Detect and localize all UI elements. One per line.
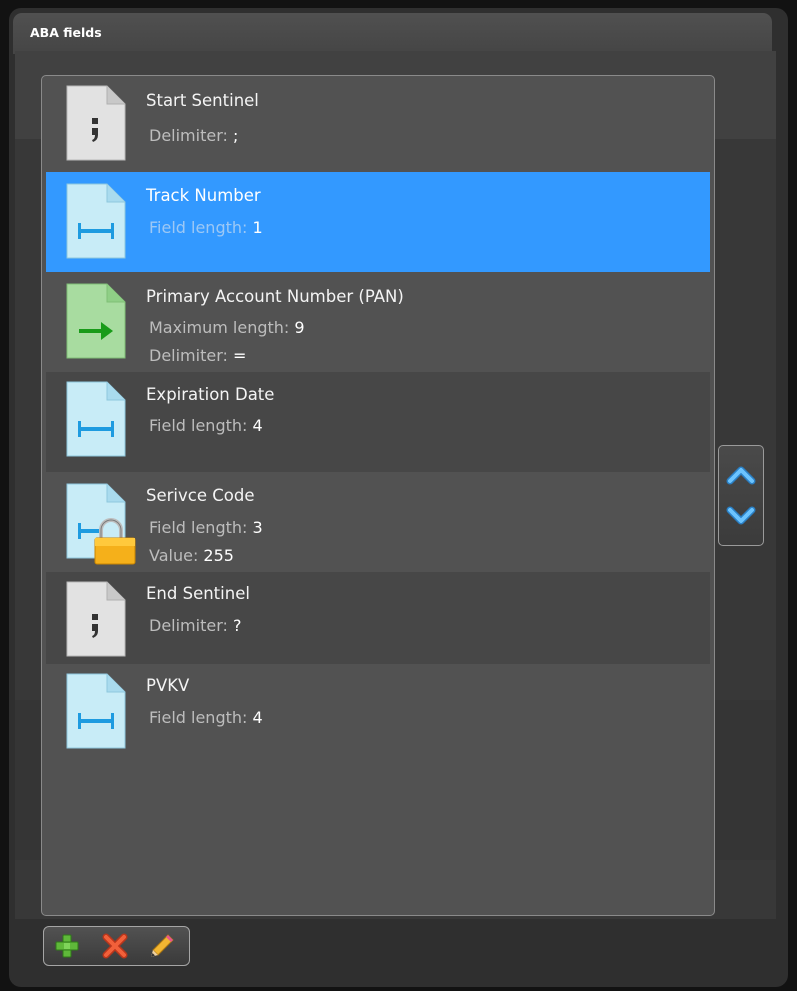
property-value: 3 [252, 518, 263, 537]
property-value: ? [232, 616, 242, 635]
property-value: 4 [252, 416, 263, 435]
chevron-down-icon [726, 506, 756, 525]
pencil-icon [151, 934, 174, 957]
field-row-service-code[interactable]: Serivce Code Field length: 3 Value: 255 [46, 472, 710, 568]
field-row-pvkv[interactable]: PVKV Field length: 4 [46, 664, 710, 760]
property-key: Field length: [149, 416, 248, 435]
edit-field-button[interactable] [148, 932, 176, 960]
panel-title: ABA fields [30, 25, 102, 40]
field-name: Start Sentinel [146, 91, 259, 110]
field-property: Delimiter: = [149, 346, 246, 365]
property-key: Delimiter: [149, 616, 228, 635]
field-property: Field length: 1 [149, 218, 263, 237]
reorder-button-group [718, 445, 764, 546]
property-value: ; [232, 126, 239, 145]
field-property: Field length: 4 [149, 708, 263, 727]
add-field-button[interactable] [53, 932, 81, 960]
property-key: Field length: [149, 218, 248, 237]
property-key: Value: [149, 546, 199, 565]
field-property: Field length: 3 [149, 518, 263, 537]
field-name: PVKV [146, 676, 190, 695]
field-toolbar [43, 926, 190, 966]
property-value: = [232, 346, 247, 365]
delete-field-button[interactable] [101, 932, 129, 960]
fixed-length-doc-icon [65, 672, 127, 750]
fixed-length-doc-icon [65, 380, 127, 458]
move-down-button[interactable] [726, 500, 756, 530]
field-property: Maximum length: 9 [149, 318, 305, 337]
semicolon-doc-icon [65, 84, 127, 162]
field-row-track-number[interactable]: Track Number Field length: 1 [46, 172, 710, 272]
variable-length-doc-icon [65, 282, 127, 360]
field-name: Serivce Code [146, 486, 255, 505]
field-row-expiration-date[interactable]: Expiration Date Field length: 4 [46, 372, 710, 472]
property-value: 9 [294, 318, 305, 337]
x-icon [102, 933, 128, 959]
field-name: Expiration Date [146, 385, 275, 404]
property-value: 1 [252, 218, 263, 237]
field-name: Track Number [146, 186, 261, 205]
field-row-end-sentinel[interactable]: End Sentinel Delimiter: ? [46, 572, 710, 664]
move-up-button[interactable] [726, 460, 756, 490]
field-name: End Sentinel [146, 584, 250, 603]
aba-field-list[interactable]: Start Sentinel Delimiter: ; Track Number… [41, 75, 715, 916]
property-value: 255 [203, 546, 234, 565]
field-property: Delimiter: ; [149, 126, 238, 145]
property-key: Field length: [149, 708, 248, 727]
field-name: Primary Account Number (PAN) [146, 287, 404, 306]
field-row-primary-account-number[interactable]: Primary Account Number (PAN) Maximum len… [46, 276, 710, 372]
property-key: Maximum length: [149, 318, 290, 337]
fixed-length-doc-icon [65, 182, 127, 260]
property-key: Delimiter: [149, 346, 228, 365]
property-value: 4 [252, 708, 263, 727]
property-key: Field length: [149, 518, 248, 537]
plus-icon [55, 934, 79, 958]
field-property: Value: 255 [149, 546, 234, 565]
chevron-up-icon [726, 466, 756, 485]
property-key: Delimiter: [149, 126, 228, 145]
panel-header [13, 13, 772, 54]
field-property: Delimiter: ? [149, 616, 241, 635]
field-property: Field length: 4 [149, 416, 263, 435]
field-row-start-sentinel[interactable]: Start Sentinel Delimiter: ; [46, 76, 710, 172]
semicolon-doc-icon [65, 580, 127, 658]
locked-fixed-length-doc-icon [65, 482, 136, 565]
